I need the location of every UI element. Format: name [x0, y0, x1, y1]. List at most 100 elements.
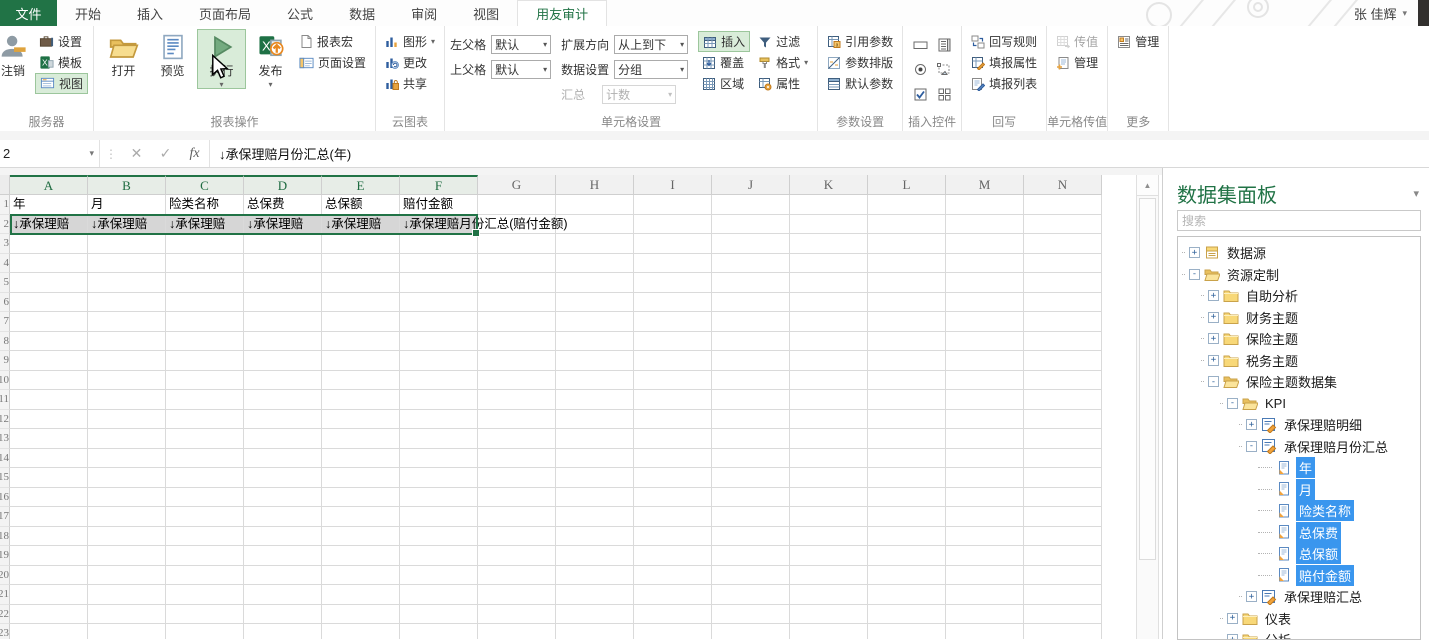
tab-view[interactable]: 视图 — [455, 0, 517, 26]
row-header[interactable]: 18 — [0, 527, 10, 547]
collapse-icon[interactable]: - — [1246, 441, 1257, 452]
search-input[interactable] — [1177, 210, 1421, 231]
tab-yonyou-audit[interactable]: 用友审计 — [517, 0, 607, 26]
cell[interactable] — [400, 234, 478, 254]
cell[interactable] — [1024, 215, 1102, 235]
cell[interactable] — [10, 527, 88, 547]
cell[interactable] — [634, 468, 712, 488]
cell[interactable] — [166, 507, 244, 527]
cell[interactable] — [634, 215, 712, 235]
template-button[interactable]: X 模板 — [35, 52, 88, 73]
tree-item-总保额[interactable]: 总保额 — [1178, 543, 1420, 565]
expand-icon[interactable]: + — [1208, 333, 1219, 344]
cell[interactable] — [322, 410, 400, 430]
cell[interactable] — [868, 215, 946, 235]
chart-button[interactable]: 图形 ▾ — [381, 31, 439, 52]
cell[interactable] — [400, 273, 478, 293]
radio-control-button[interactable] — [908, 57, 932, 82]
cell[interactable] — [166, 390, 244, 410]
cell[interactable] — [322, 566, 400, 586]
cell[interactable] — [946, 507, 1024, 527]
cell[interactable] — [790, 507, 868, 527]
cell[interactable] — [10, 351, 88, 371]
cell[interactable] — [712, 449, 790, 469]
open-button[interactable]: 打开 — [99, 29, 148, 79]
cell[interactable] — [556, 488, 634, 508]
cell[interactable] — [946, 585, 1024, 605]
row-header[interactable]: 1 — [0, 195, 10, 215]
cell[interactable] — [166, 371, 244, 391]
cell[interactable] — [88, 429, 166, 449]
row-header[interactable]: 9 — [0, 351, 10, 371]
cell[interactable] — [868, 410, 946, 430]
tab-review[interactable]: 审阅 — [393, 0, 455, 26]
vertical-scrollbar[interactable]: ▲ — [1136, 175, 1159, 639]
cell[interactable] — [322, 312, 400, 332]
cell[interactable] — [790, 293, 868, 313]
cell[interactable] — [1024, 546, 1102, 566]
cell[interactable] — [634, 624, 712, 639]
cell[interactable] — [634, 371, 712, 391]
cell[interactable] — [10, 254, 88, 274]
column-header-M[interactable]: M — [946, 175, 1024, 195]
cell[interactable] — [946, 546, 1024, 566]
change-chart-button[interactable]: 更改 — [381, 52, 439, 73]
cell[interactable] — [322, 371, 400, 391]
view-button[interactable]: 视图 — [35, 73, 88, 94]
cell[interactable] — [478, 468, 556, 488]
publish-button[interactable]: X 发布 ▾ — [246, 29, 295, 89]
tree-item-仪表[interactable]: +仪表 — [1178, 608, 1420, 630]
cell[interactable] — [946, 390, 1024, 410]
collapse-icon[interactable]: - — [1208, 376, 1219, 387]
tree-item-资源定制[interactable]: -资源定制 — [1178, 264, 1420, 286]
cell[interactable] — [88, 566, 166, 586]
cell[interactable] — [478, 293, 556, 313]
cell[interactable] — [244, 546, 322, 566]
cell[interactable] — [712, 332, 790, 352]
cell[interactable] — [10, 410, 88, 430]
row-header[interactable]: 11 — [0, 390, 10, 410]
cell[interactable] — [634, 332, 712, 352]
cell[interactable] — [244, 527, 322, 547]
cell[interactable] — [868, 585, 946, 605]
cell[interactable] — [478, 566, 556, 586]
cell[interactable] — [790, 215, 868, 235]
cell[interactable] — [712, 507, 790, 527]
cell[interactable] — [868, 254, 946, 274]
cell[interactable] — [322, 507, 400, 527]
row-header[interactable]: 20 — [0, 566, 10, 586]
cell[interactable] — [712, 410, 790, 430]
cell[interactable] — [712, 254, 790, 274]
fill-list-button[interactable]: 填报列表 — [967, 73, 1041, 94]
fill-property-button[interactable]: 填报属性 — [967, 52, 1041, 73]
cell[interactable] — [244, 351, 322, 371]
cell[interactable] — [634, 254, 712, 274]
cell[interactable] — [400, 293, 478, 313]
cell[interactable] — [88, 605, 166, 625]
button-grid-control-button[interactable] — [932, 82, 956, 107]
cell[interactable] — [634, 566, 712, 586]
data-setting-dropdown[interactable]: 分组▾ — [614, 60, 688, 79]
cell[interactable] — [1024, 195, 1102, 215]
cell[interactable] — [166, 234, 244, 254]
cell[interactable] — [634, 410, 712, 430]
tree-item-年[interactable]: 年 — [1178, 457, 1420, 479]
cell[interactable] — [712, 215, 790, 235]
expand-icon[interactable]: + — [1208, 312, 1219, 323]
cell[interactable] — [634, 527, 712, 547]
column-header-I[interactable]: I — [634, 175, 712, 195]
cell[interactable] — [322, 449, 400, 469]
tree-item-保险主题[interactable]: +保险主题 — [1178, 328, 1420, 350]
tab-page-layout[interactable]: 页面布局 — [181, 0, 269, 26]
cell[interactable] — [868, 527, 946, 547]
cell[interactable] — [10, 546, 88, 566]
cell[interactable]: 总保额 — [322, 195, 400, 215]
cell[interactable] — [244, 390, 322, 410]
cell[interactable] — [322, 605, 400, 625]
cell[interactable]: 赔付金额 — [400, 195, 478, 215]
tree-item-承保理赔汇总[interactable]: +承保理赔汇总 — [1178, 586, 1420, 608]
tree-item-赔付金额[interactable]: 赔付金额 — [1178, 565, 1420, 587]
cell[interactable] — [400, 429, 478, 449]
cell[interactable] — [634, 507, 712, 527]
cell[interactable] — [946, 371, 1024, 391]
